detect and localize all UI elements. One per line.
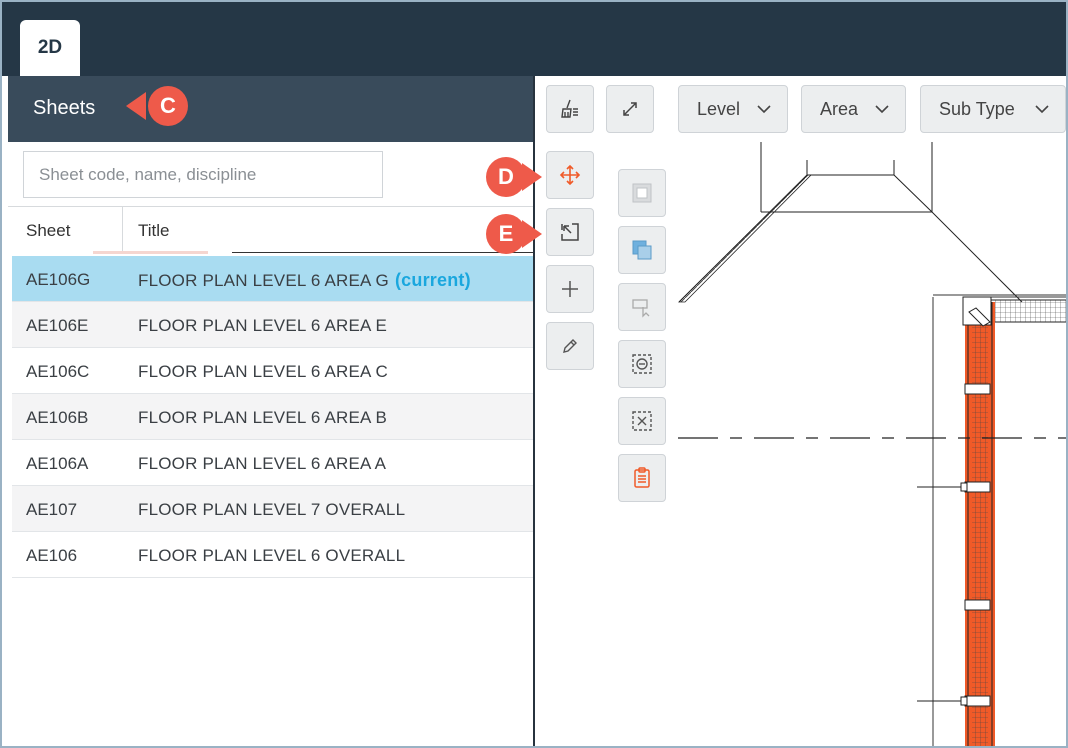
sheet-code: AE106A <box>26 454 89 473</box>
sheet-title: FLOOR PLAN LEVEL 6 AREA C <box>138 362 389 381</box>
callout-d: D <box>486 157 526 197</box>
sheet-title: FLOOR PLAN LEVEL 6 AREA E <box>138 316 388 335</box>
hatched-slope <box>678 174 812 303</box>
table-row[interactable]: AE106E FLOOR PLAN LEVEL 6 AREA E <box>12 302 534 348</box>
move-icon <box>559 164 581 186</box>
square-outline-icon <box>632 183 652 203</box>
area-dropdown[interactable]: Area <box>801 85 906 133</box>
sheets-panel: Sheets Sheet Title AE106G FLOOR PLAN LEV… <box>8 76 534 746</box>
sub-type-dropdown[interactable]: Sub Type <box>920 85 1066 133</box>
table-row[interactable]: AE107 FLOOR PLAN LEVEL 7 OVERALL <box>12 486 534 532</box>
table-header: Sheet Title <box>8 206 534 254</box>
column-resize-highlight <box>93 251 208 254</box>
sub-type-dropdown-label: Sub Type <box>939 98 1015 119</box>
plus-icon <box>562 281 578 297</box>
sheet-title: FLOOR PLAN LEVEL 6 AREA B <box>138 408 388 427</box>
sheet-title: FLOOR PLAN LEVEL 7 OVERALL <box>138 500 406 519</box>
tab-2d[interactable]: 2D <box>20 20 80 76</box>
table-row[interactable]: AE106C FLOOR PLAN LEVEL 6 AREA C <box>12 348 534 394</box>
clipboard-icon <box>634 467 650 488</box>
column-header-sheet[interactable]: Sheet <box>26 221 70 241</box>
callout-e-pointer <box>522 220 542 248</box>
sheet-title: FLOOR PLAN LEVEL 6 OVERALL <box>138 546 406 565</box>
broom-icon <box>561 99 578 118</box>
edit-tool-button[interactable] <box>546 322 594 370</box>
column-divider[interactable] <box>122 207 123 254</box>
drawing-beam <box>989 299 1066 323</box>
chevron-down-icon <box>757 105 771 114</box>
callout-c: C <box>148 86 188 126</box>
select-shape-icon <box>632 299 650 318</box>
sheets-header: Sheets <box>8 76 534 142</box>
callout-c-pointer <box>126 92 146 120</box>
zoom-out-region-tool-button[interactable] <box>618 340 666 388</box>
sheet-title: FLOOR PLAN LEVEL 6 AREA G (current) <box>138 270 471 290</box>
corner-detail <box>962 296 992 327</box>
zoom-out-region-icon <box>632 354 652 374</box>
level-dropdown[interactable]: Level <box>678 85 788 133</box>
add-tool-button[interactable] <box>546 265 594 313</box>
select-shape-tool-button[interactable] <box>618 283 666 331</box>
overlay-icon <box>632 240 652 260</box>
table-row[interactable]: AE106A FLOOR PLAN LEVEL 6 AREA A <box>12 440 534 486</box>
table-row[interactable]: AE106G FLOOR PLAN LEVEL 6 AREA G (current… <box>12 256 534 302</box>
column-header-title[interactable]: Title <box>138 221 170 241</box>
table-row[interactable]: AE106 FLOOR PLAN LEVEL 6 OVERALL <box>12 532 534 578</box>
chevron-down-icon <box>1035 105 1049 114</box>
chevron-down-icon <box>875 105 889 114</box>
broom-button[interactable] <box>546 85 594 133</box>
sheet-code: AE106B <box>26 408 89 427</box>
sheet-code: AE107 <box>26 500 78 519</box>
app-window: 2D Sheets Sheet Title AE106G FLOOR PLAN … <box>0 0 1068 748</box>
move-tool-button[interactable] <box>546 151 594 199</box>
clear-region-tool-button[interactable] <box>618 397 666 445</box>
table-row[interactable]: AE106B FLOOR PLAN LEVEL 6 AREA B <box>12 394 534 440</box>
pencil-icon <box>563 339 577 353</box>
expand-button[interactable] <box>606 85 654 133</box>
callout-d-pointer <box>522 163 542 191</box>
drawing-wall-outline <box>932 294 1066 746</box>
sheet-code: AE106 <box>26 546 78 565</box>
drawing-top-structure <box>678 142 1023 303</box>
select-region-icon <box>561 223 579 241</box>
sheet-search-input[interactable] <box>23 151 383 198</box>
drawing-canvas[interactable] <box>535 142 1068 748</box>
clear-region-icon <box>632 411 652 431</box>
expand-icon <box>623 102 637 116</box>
top-bar: 2D <box>2 2 1066 76</box>
overlay-tool-button[interactable] <box>618 226 666 274</box>
sheet-code: AE106G <box>26 270 91 289</box>
callout-e: E <box>486 214 526 254</box>
area-dropdown-label: Area <box>820 98 859 119</box>
clipboard-tool-button[interactable] <box>618 454 666 502</box>
sheets-title: Sheets <box>33 97 96 119</box>
level-dropdown-label: Level <box>697 98 741 119</box>
select-region-tool-button[interactable] <box>546 208 594 256</box>
sheet-title: FLOOR PLAN LEVEL 6 AREA A <box>138 454 387 473</box>
sheet-code: AE106C <box>26 362 90 381</box>
sheet-code: AE106E <box>26 316 89 335</box>
sheets-list: AE106G FLOOR PLAN LEVEL 6 AREA G (current… <box>12 256 534 578</box>
square-tool-button[interactable] <box>618 169 666 217</box>
header-underline <box>232 252 534 253</box>
current-badge: (current) <box>394 270 471 290</box>
